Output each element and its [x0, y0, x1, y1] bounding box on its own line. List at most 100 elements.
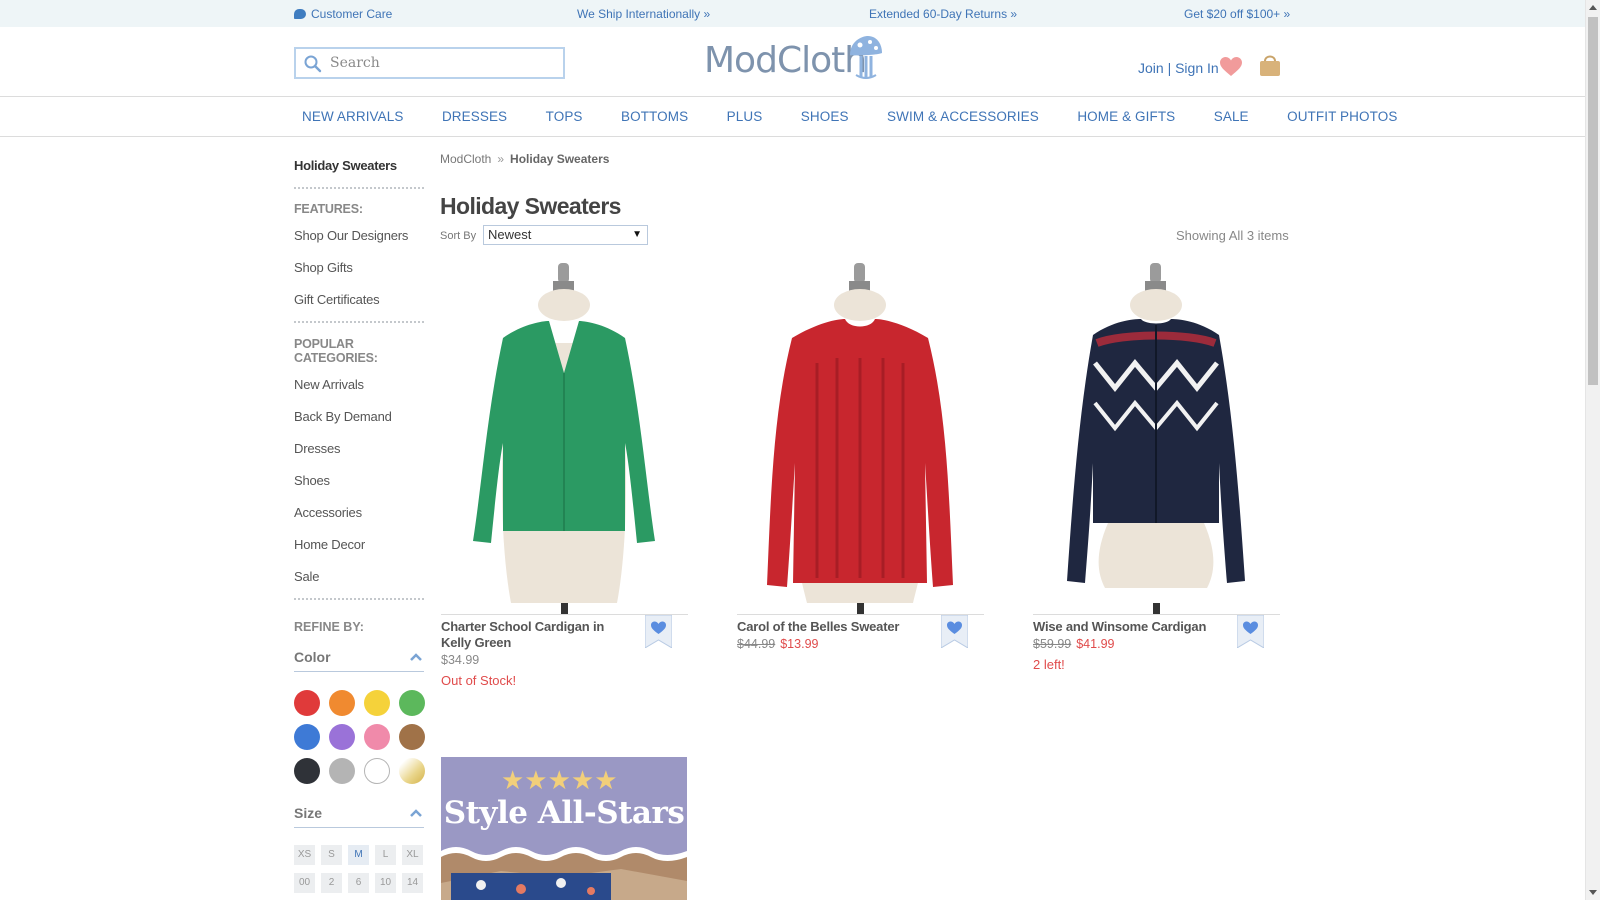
refine-by-heading: REFINE BY: [294, 620, 364, 634]
chat-bubble-icon [294, 9, 306, 19]
chevron-up-icon[interactable] [410, 809, 422, 817]
add-to-favorites-icon[interactable] [1237, 615, 1264, 648]
style-all-stars-banner[interactable]: ★★★★★ Style All-Stars [441, 757, 687, 900]
join-sign-in-link[interactable]: Join | Sign In [1138, 60, 1219, 76]
size-chip-6[interactable]: 6 [348, 873, 369, 893]
original-price: $44.99 [737, 637, 776, 651]
scroll-down-arrow-icon[interactable] [1589, 890, 1597, 895]
add-to-favorites-icon[interactable] [645, 615, 672, 648]
product-price: $59.99 $41.99 [1033, 637, 1114, 651]
sort-select[interactable]: Newest ▼ [483, 225, 648, 245]
nav-home-gifts[interactable]: HOME & GIFTS [1077, 109, 1175, 124]
sale-price: $13.99 [780, 637, 819, 651]
search-icon [304, 55, 322, 73]
nav-sale[interactable]: SALE [1214, 109, 1249, 124]
size-chip-xl[interactable]: XL [402, 845, 423, 865]
mannequin-cardigan-image [473, 263, 655, 614]
logo-text: ModCloth [704, 40, 867, 81]
swatch-black[interactable] [294, 758, 320, 784]
product-card[interactable]: Charter School Cardigan in Kelly Green $… [441, 263, 688, 688]
breadcrumb-root[interactable]: ModCloth [440, 152, 491, 166]
mannequin-fairisle-cardigan-image [1067, 263, 1245, 614]
sidebar-link-dresses[interactable]: Dresses [294, 441, 426, 456]
banner-title: Style All-Stars [443, 795, 685, 831]
nav-dresses[interactable]: DRESSES [442, 109, 507, 124]
swatch-brown[interactable] [399, 724, 425, 750]
divider [294, 187, 424, 189]
swatch-pink[interactable] [364, 724, 390, 750]
sidebar-link-new-arrivals[interactable]: New Arrivals [294, 377, 426, 392]
size-chip-s[interactable]: S [321, 845, 342, 865]
offer-link[interactable]: Get $20 off $100+ » [1184, 7, 1290, 21]
product-name[interactable]: Charter School Cardigan in Kelly Green [441, 619, 633, 651]
sidebar-link-sale[interactable]: Sale [294, 569, 426, 584]
swatch-gray[interactable] [329, 758, 355, 784]
size-options-row2: 00 2 6 10 14 [294, 872, 426, 893]
returns-link[interactable]: Extended 60-Day Returns » [869, 7, 1017, 21]
swatch-purple[interactable] [329, 724, 355, 750]
size-facet-header[interactable]: Size [294, 805, 424, 828]
size-chip-14[interactable]: 14 [402, 873, 423, 893]
vertical-scrollbar[interactable] [1585, 0, 1600, 900]
color-facet-label: Color [294, 649, 331, 665]
star-rating-icon: ★★★★★ [501, 765, 618, 795]
banner-photo [441, 847, 687, 900]
breadcrumb-separator: » [497, 152, 505, 166]
sidebar-link-accessories[interactable]: Accessories [294, 505, 426, 520]
nav-swim-accessories[interactable]: SWIM & ACCESSORIES [887, 109, 1039, 124]
scroll-up-arrow-icon[interactable] [1589, 5, 1597, 10]
product-image[interactable] [737, 263, 984, 614]
sidebar-link-shoes[interactable]: Shoes [294, 473, 426, 488]
chevron-up-icon[interactable] [410, 653, 422, 661]
item-count: Showing All 3 items [1176, 228, 1289, 243]
nav-outfit-photos[interactable]: OUTFIT PHOTOS [1287, 109, 1397, 124]
size-facet-label: Size [294, 805, 323, 821]
size-chip-2[interactable]: 2 [321, 873, 342, 893]
search-box[interactable] [294, 47, 565, 79]
swatch-gold[interactable] [399, 758, 425, 784]
product-name[interactable]: Carol of the Belles Sweater [737, 619, 929, 635]
mannequin-sweater-image [767, 263, 953, 614]
ship-internationally-link[interactable]: We Ship Internationally » [577, 7, 710, 21]
shopping-bag-icon[interactable] [1259, 53, 1281, 77]
sidebar-link-gift-certificates[interactable]: Gift Certificates [294, 292, 426, 307]
search-input[interactable] [330, 53, 555, 73]
header: ModCloth Join | Sign In [0, 27, 1585, 97]
swatch-orange[interactable] [329, 690, 355, 716]
swatch-red[interactable] [294, 690, 320, 716]
product-image[interactable] [441, 263, 688, 614]
add-to-favorites-icon[interactable] [941, 615, 968, 648]
sidebar-link-gifts[interactable]: Shop Gifts [294, 260, 426, 275]
wishlist-heart-icon[interactable] [1220, 57, 1242, 77]
sidebar-link-home-decor[interactable]: Home Decor [294, 537, 426, 552]
nav-plus[interactable]: PLUS [727, 109, 763, 124]
swatch-white[interactable] [364, 758, 390, 784]
size-chip-m[interactable]: M [348, 845, 369, 865]
swatch-blue[interactable] [294, 724, 320, 750]
modcloth-logo[interactable]: ModCloth [704, 35, 884, 85]
product-image[interactable] [1033, 263, 1280, 614]
product-card[interactable]: Carol of the Belles Sweater $44.99 $13.99 [737, 263, 984, 651]
sidebar-link-back-by-demand[interactable]: Back By Demand [294, 409, 426, 424]
size-chip-xs[interactable]: XS [294, 845, 315, 865]
features-heading: FEATURES: [294, 202, 363, 216]
scrollbar-thumb[interactable] [1588, 17, 1598, 385]
size-chip-00[interactable]: 00 [294, 873, 315, 893]
nav-new-arrivals[interactable]: NEW ARRIVALS [302, 109, 403, 124]
swatch-green[interactable] [399, 690, 425, 716]
sort-selected-value: Newest [488, 227, 532, 242]
price: $34.99 [441, 653, 480, 667]
breadcrumb-current: Holiday Sweaters [510, 152, 610, 166]
size-chip-l[interactable]: L [375, 845, 396, 865]
swatch-yellow[interactable] [364, 690, 390, 716]
sidebar-current-category: Holiday Sweaters [294, 158, 397, 173]
nav-tops[interactable]: TOPS [546, 109, 583, 124]
sidebar-link-designers[interactable]: Shop Our Designers [294, 228, 426, 243]
nav-shoes[interactable]: SHOES [801, 109, 849, 124]
product-card[interactable]: Wise and Winsome Cardigan $59.99 $41.99 2… [1033, 263, 1280, 672]
size-chip-10[interactable]: 10 [375, 873, 396, 893]
nav-bottoms[interactable]: BOTTOMS [621, 109, 688, 124]
color-facet-header[interactable]: Color [294, 649, 424, 672]
product-name[interactable]: Wise and Winsome Cardigan [1033, 619, 1225, 635]
customer-care-link[interactable]: Customer Care [294, 7, 392, 21]
